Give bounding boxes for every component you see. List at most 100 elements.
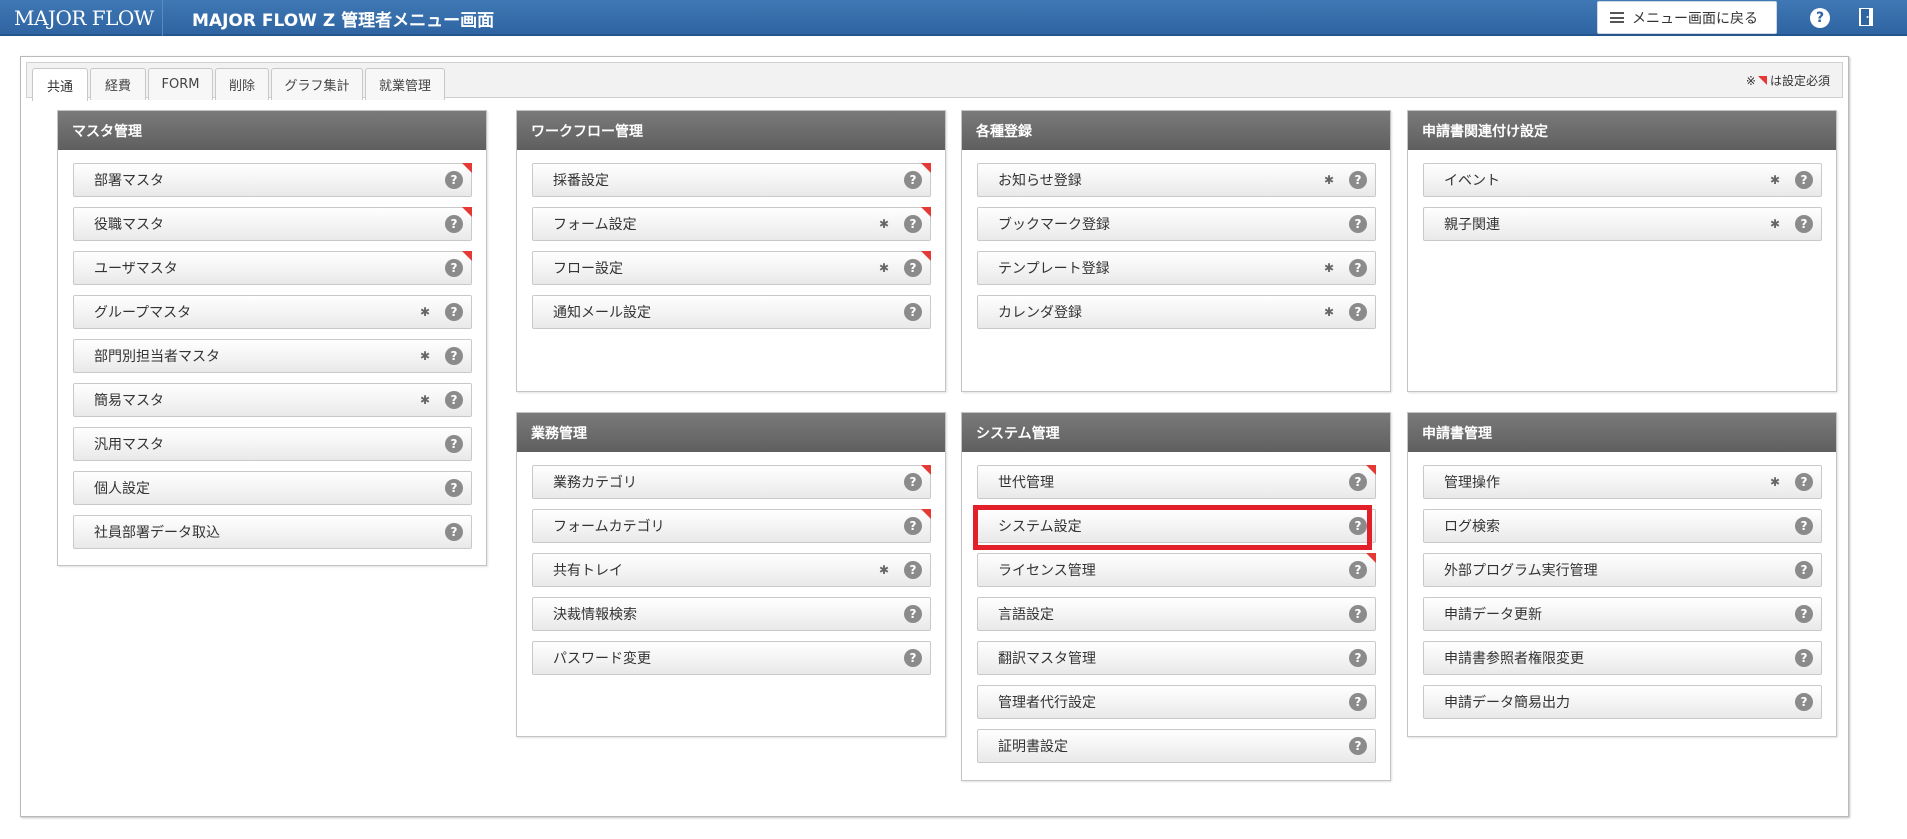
help-icon[interactable]: ? [1349, 215, 1367, 233]
menu-item-button[interactable]: 決裁情報検索? [532, 597, 931, 631]
help-icon[interactable]: ? [445, 523, 463, 541]
help-icon[interactable]: ? [904, 561, 922, 579]
panel-body: 採番設定? フォーム設定 ✱? フロー設定 ✱? 通知メール設定? [517, 150, 945, 349]
help-icon[interactable]: ? [1795, 649, 1813, 667]
menu-item-button[interactable]: 申請データ簡易出力? [1423, 685, 1822, 719]
menu-item-button[interactable]: 申請データ更新? [1423, 597, 1822, 631]
help-icon[interactable]: ? [1795, 473, 1813, 491]
menu-item-button[interactable]: 管理操作 ✱? [1423, 465, 1822, 499]
menu-item-button[interactable]: 共有トレイ ✱? [532, 553, 931, 587]
menu-icon [1610, 12, 1624, 23]
tab-work-management[interactable]: 就業管理 [365, 68, 445, 100]
menu-item-button[interactable]: 社員部署データ取込? [73, 515, 472, 549]
help-icon[interactable]: ? [445, 215, 463, 233]
menu-item-button[interactable]: お知らせ登録 ✱? [977, 163, 1376, 197]
tab-common[interactable]: 共通 [32, 68, 88, 101]
help-icon[interactable]: ? [1349, 561, 1367, 579]
help-icon[interactable]: ? [1349, 171, 1367, 189]
menu-item-label: フォーム設定 [553, 217, 637, 233]
menu-item-button[interactable]: ブックマーク登録? [977, 207, 1376, 241]
help-icon[interactable]: ? [1810, 8, 1830, 28]
tab-expense[interactable]: 経費 [90, 68, 146, 100]
menu-item-button[interactable]: 部署マスタ? [73, 163, 472, 197]
required-flag-icon [921, 509, 931, 519]
help-icon[interactable]: ? [1349, 303, 1367, 321]
menu-item-button[interactable]: フォームカテゴリ? [532, 509, 931, 543]
menu-item-button[interactable]: 役職マスタ? [73, 207, 472, 241]
help-icon[interactable]: ? [445, 435, 463, 453]
menu-item-button[interactable]: 言語設定? [977, 597, 1376, 631]
menu-item-button[interactable]: 業務カテゴリ? [532, 465, 931, 499]
help-icon[interactable]: ? [1795, 605, 1813, 623]
menu-item-button[interactable]: 通知メール設定? [532, 295, 931, 329]
help-icon[interactable]: ? [1349, 737, 1367, 755]
menu-item-button[interactable]: 申請書参照者権限変更? [1423, 641, 1822, 675]
menu-item-button[interactable]: フロー設定 ✱? [532, 251, 931, 285]
help-icon[interactable]: ? [445, 347, 463, 365]
help-icon[interactable]: ? [904, 473, 922, 491]
help-icon[interactable]: ? [445, 303, 463, 321]
menu-item-label: 部門別担当者マスタ [94, 349, 220, 365]
help-icon[interactable]: ? [904, 303, 922, 321]
menu-item-button[interactable]: カレンダ登録 ✱? [977, 295, 1376, 329]
help-icon[interactable]: ? [1795, 561, 1813, 579]
menu-item-button[interactable]: ログ検索? [1423, 509, 1822, 543]
help-icon[interactable]: ? [1349, 649, 1367, 667]
help-icon[interactable]: ? [904, 215, 922, 233]
menu-item-button[interactable]: システム設定? [977, 509, 1376, 543]
panel-title: ワークフロー管理 [517, 111, 945, 150]
menu-item-button[interactable]: ユーザマスタ? [73, 251, 472, 285]
menu-item-label: 証明書設定 [998, 739, 1068, 755]
help-icon[interactable]: ? [445, 259, 463, 277]
menu-item-button[interactable]: 汎用マスタ? [73, 427, 472, 461]
menu-item-button[interactable]: イベント ✱? [1423, 163, 1822, 197]
help-icon[interactable]: ? [1795, 215, 1813, 233]
panel-body: お知らせ登録 ✱? ブックマーク登録? テンプレート登録 ✱? カレンダ登録 ✱? [962, 150, 1390, 349]
help-icon[interactable]: ? [1795, 171, 1813, 189]
help-icon[interactable]: ? [1349, 259, 1367, 277]
tab-graph-aggregation[interactable]: グラフ集計 [271, 68, 363, 100]
menu-item-button[interactable]: 証明書設定? [977, 729, 1376, 763]
help-icon[interactable]: ? [445, 171, 463, 189]
help-icon[interactable]: ? [1349, 693, 1367, 711]
menu-item-button[interactable]: 世代管理? [977, 465, 1376, 499]
menu-item-label: 申請書参照者権限変更 [1444, 651, 1584, 667]
menu-item-button[interactable]: 部門別担当者マスタ ✱? [73, 339, 472, 373]
menu-item-label: テンプレート登録 [998, 261, 1110, 277]
help-icon[interactable]: ? [904, 171, 922, 189]
menu-item-label: パスワード変更 [553, 651, 651, 667]
menu-item-button[interactable]: グループマスタ ✱? [73, 295, 472, 329]
menu-item-label: カレンダ登録 [998, 305, 1082, 321]
help-icon[interactable]: ? [904, 259, 922, 277]
menu-item-button[interactable]: パスワード変更? [532, 641, 931, 675]
menu-item-button[interactable]: フォーム設定 ✱? [532, 207, 931, 241]
menu-item-label: 採番設定 [553, 173, 609, 189]
panel-6: システム管理 世代管理? システム設定? ライセンス管理? 言語設定? 翻訳マスタ管理? 管… [961, 412, 1391, 781]
tab-delete[interactable]: 削除 [215, 68, 269, 100]
panel-body: 部署マスタ? 役職マスタ? ユーザマスタ? グループマスタ ✱? 部門別担当者マスタ ✱? 簡… [58, 150, 486, 569]
menu-item-button[interactable]: 翻訳マスタ管理? [977, 641, 1376, 675]
menu-item-button[interactable]: 管理者代行設定? [977, 685, 1376, 719]
help-icon[interactable]: ? [1349, 473, 1367, 491]
help-icon[interactable]: ? [1795, 517, 1813, 535]
help-icon[interactable]: ? [445, 391, 463, 409]
menu-item-button[interactable]: 個人設定? [73, 471, 472, 505]
menu-item-button[interactable]: 採番設定? [532, 163, 931, 197]
tab-form[interactable]: FORM [148, 68, 213, 100]
menu-item-label: フォームカテゴリ [553, 519, 665, 535]
help-icon[interactable]: ? [1349, 605, 1367, 623]
menu-item-button[interactable]: 外部プログラム実行管理? [1423, 553, 1822, 587]
help-icon[interactable]: ? [904, 605, 922, 623]
menu-item-button[interactable]: 簡易マスタ ✱? [73, 383, 472, 417]
help-icon[interactable]: ? [445, 479, 463, 497]
help-icon[interactable]: ? [904, 649, 922, 667]
help-icon[interactable]: ? [1349, 517, 1367, 535]
menu-item-button[interactable]: ライセンス管理? [977, 553, 1376, 587]
menu-item-button[interactable]: テンプレート登録 ✱? [977, 251, 1376, 285]
help-icon[interactable]: ? [904, 517, 922, 535]
panel-body: 業務カテゴリ? フォームカテゴリ? 共有トレイ ✱? 決裁情報検索? パスワード変更? [517, 452, 945, 695]
logout-door-icon[interactable] [1858, 7, 1874, 27]
back-to-menu-button[interactable]: メニュー画面に戻る [1597, 1, 1777, 34]
help-icon[interactable]: ? [1795, 693, 1813, 711]
menu-item-button[interactable]: 親子関連 ✱? [1423, 207, 1822, 241]
